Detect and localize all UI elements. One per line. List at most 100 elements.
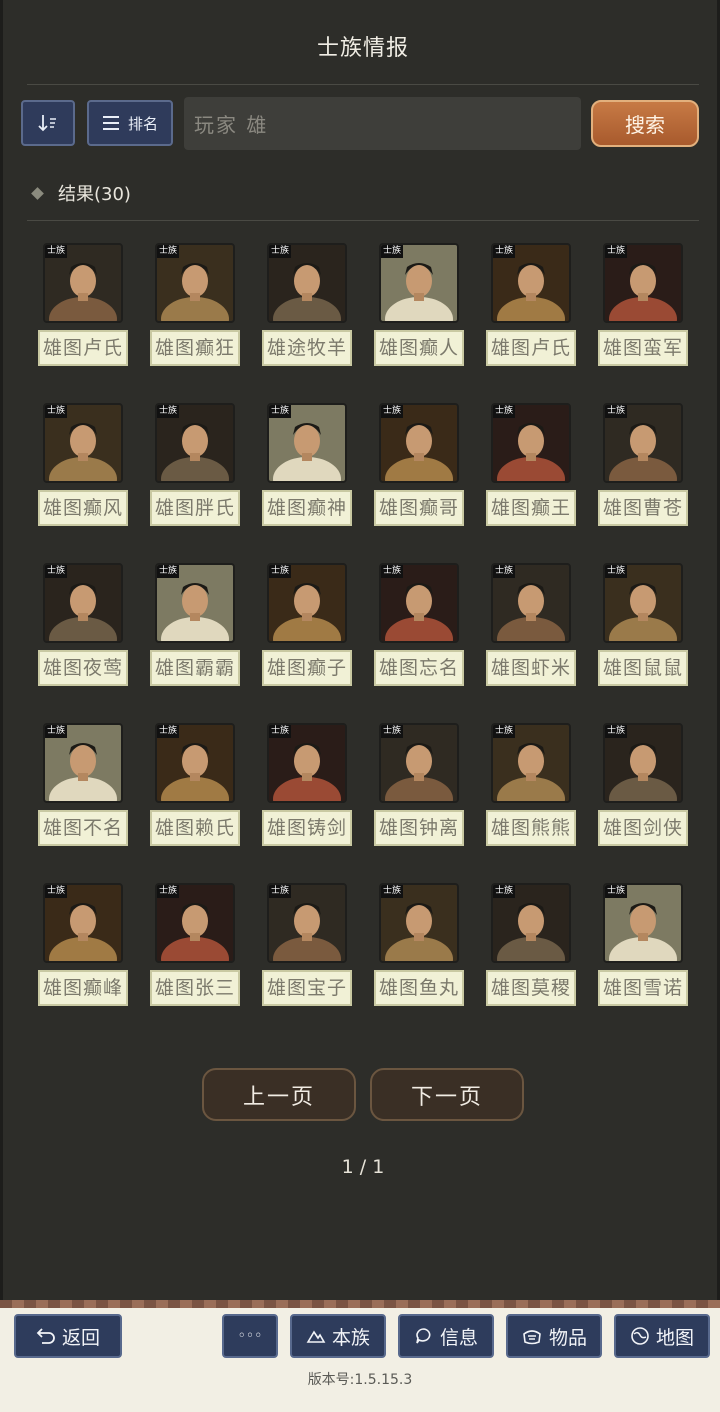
back-button[interactable]: 返回 (14, 1314, 122, 1358)
avatar: 士族 (155, 403, 235, 483)
prev-page-button[interactable]: 上一页 (202, 1068, 356, 1121)
page-title: 士族情报 (316, 36, 409, 61)
decorative-trim (0, 1300, 720, 1308)
clan-card[interactable]: 士族 雄图曹苍 (598, 403, 690, 527)
items-button[interactable]: 物品 (506, 1314, 602, 1358)
globe-icon (631, 1327, 649, 1345)
clan-card[interactable]: 士族 雄图鼠鼠 (598, 563, 690, 687)
bag-icon (523, 1330, 541, 1345)
clan-name: 雄图霸霸 (150, 650, 240, 686)
avatar: 士族 (379, 723, 459, 803)
clan-card[interactable]: 士族 雄图卢氏 (38, 243, 130, 367)
clan-card[interactable]: 士族 雄图癫王 (486, 403, 578, 527)
clan-card[interactable]: 士族 雄图剑侠 (598, 723, 690, 847)
rank-label: 排名 (127, 114, 158, 133)
clan-tag: 士族 (605, 245, 628, 258)
clan-card[interactable]: 士族 雄图癫子 (262, 563, 354, 687)
clan-name: 雄图癫人 (374, 330, 464, 366)
clan-tag: 士族 (381, 885, 404, 898)
clan-card[interactable]: 士族 雄图癫哥 (374, 403, 466, 527)
clan-tag: 士族 (493, 245, 516, 258)
items-label: 物品 (548, 1326, 587, 1349)
avatar: 士族 (603, 883, 683, 963)
info-button[interactable]: 信息 (398, 1314, 494, 1358)
clan-card[interactable]: 士族 雄图胖氏 (150, 403, 242, 527)
sort-button[interactable] (21, 100, 75, 146)
clan-card[interactable]: 士族 雄图莫稷 (486, 883, 578, 1007)
search-button[interactable]: 搜索 (591, 100, 699, 147)
clan-tag: 士族 (493, 725, 516, 738)
clan-tag: 士族 (157, 725, 180, 738)
clan-card[interactable]: 士族 雄图雪诺 (598, 883, 690, 1007)
more-dots-icon: ◦◦◦ (237, 1328, 263, 1344)
clan-tag: 士族 (605, 565, 628, 578)
clan-tag: 士族 (45, 725, 68, 738)
clan-card[interactable]: 士族 雄图癫人 (374, 243, 466, 367)
avatar: 士族 (603, 403, 683, 483)
avatar: 士族 (379, 883, 459, 963)
clan-name: 雄图癫王 (486, 490, 576, 526)
avatar: 士族 (379, 563, 459, 643)
clan-card[interactable]: 士族 雄途牧羊 (262, 243, 354, 367)
clan-card[interactable]: 士族 雄图霸霸 (150, 563, 242, 687)
avatar: 士族 (491, 563, 571, 643)
clan-tag: 士族 (269, 565, 292, 578)
clan-label: 本族 (331, 1326, 370, 1349)
clan-tag: 士族 (381, 565, 404, 578)
info-label: 信息 (439, 1326, 478, 1349)
clan-tag: 士族 (269, 725, 292, 738)
next-page-button[interactable]: 下一页 (370, 1068, 524, 1121)
divider (27, 84, 699, 85)
clan-card[interactable]: 士族 雄图宝子 (262, 883, 354, 1007)
clan-card[interactable]: 士族 雄图癫狂 (150, 243, 242, 367)
clan-card[interactable]: 士族 雄图忘名 (374, 563, 466, 687)
clan-name: 雄图癫风 (38, 490, 128, 526)
list-icon (102, 116, 119, 130)
rank-button[interactable]: 排名 (87, 100, 173, 146)
clan-name: 雄途牧羊 (262, 330, 352, 366)
clan-card[interactable]: 士族 雄图癫峰 (38, 883, 130, 1007)
clan-card[interactable]: 士族 雄图铸剑 (262, 723, 354, 847)
clan-name: 雄图卢氏 (38, 330, 128, 366)
clan-card[interactable]: 士族雄图虾米 (486, 563, 578, 687)
clan-card[interactable]: 士族 雄图卢氏 (486, 243, 578, 367)
clan-tag: 士族 (605, 405, 628, 418)
clan-card[interactable]: 士族雄图鱼丸 (374, 883, 466, 1007)
divider (27, 220, 699, 221)
avatar: 士族 (603, 243, 683, 323)
search-input[interactable]: 玩家 雄 (184, 97, 581, 150)
clan-tag: 士族 (493, 565, 516, 578)
intel-panel: 士族情报 排名 玩家 雄 搜索 结果(30) 士族 雄图卢氏 士族 雄图癫狂 士族 雄途牧… (0, 0, 720, 1300)
clan-card[interactable]: 士族 雄图蛮军 (598, 243, 690, 367)
avatar: 士族 (379, 403, 459, 483)
clan-name: 雄图癫峰 (38, 970, 128, 1006)
clan-name: 雄图虾米 (486, 650, 576, 686)
clan-card[interactable]: 士族 雄图夜莺 (38, 563, 130, 687)
clan-card[interactable]: 士族 雄图不名 (38, 723, 130, 847)
clan-card[interactable]: 士族 雄图癫神 (262, 403, 354, 527)
avatar: 士族 (43, 243, 123, 323)
avatar: 士族 (491, 883, 571, 963)
clan-name: 雄图莫稷 (486, 970, 576, 1006)
clan-card[interactable]: 士族 雄图钟离 (374, 723, 466, 847)
avatar: 士族 (267, 563, 347, 643)
clan-card[interactable]: 士族 雄图赖氏 (150, 723, 242, 847)
clan-name: 雄图鱼丸 (374, 970, 464, 1006)
map-button[interactable]: 地图 (614, 1314, 710, 1358)
more-button[interactable]: ◦◦◦ (222, 1314, 278, 1358)
clan-button[interactable]: 本族 (290, 1314, 386, 1358)
clan-tag: 士族 (605, 725, 628, 738)
clan-card[interactable]: 士族 雄图张三 (150, 883, 242, 1007)
clan-name: 雄图夜莺 (38, 650, 128, 686)
search-button-label: 搜索 (625, 113, 665, 137)
undo-arrow-icon (36, 1328, 55, 1344)
clan-tag: 士族 (381, 405, 404, 418)
clan-tag: 士族 (157, 885, 180, 898)
clan-card[interactable]: 士族雄图癫风 (38, 403, 130, 527)
clan-tag: 士族 (45, 405, 68, 418)
clan-card[interactable]: 士族 雄图熊熊 (486, 723, 578, 847)
chat-bubble-icon (416, 1328, 431, 1344)
page-indicator: 1 / 1 (341, 1156, 385, 1178)
sort-order-icon (38, 115, 56, 132)
avatar: 士族 (603, 563, 683, 643)
